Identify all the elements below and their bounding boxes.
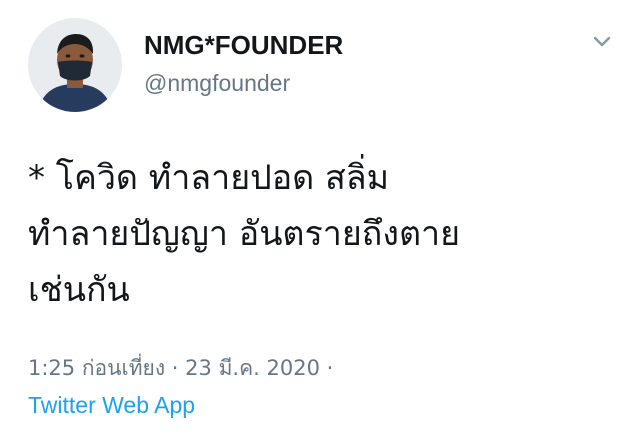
tweet-timestamp: 1:25 ก่อนเที่ยง · 23 มี.ค. 2020 · [28,352,333,385]
tweet-date[interactable]: 23 มี.ค. 2020 [185,356,320,380]
tweet-text-line: ทำลายปัญญา อันตรายถึงตาย [28,214,461,254]
tweet-text: * โควิด ทำลายปอด สลิ่ม ทำลายปัญญา อันตรา… [28,150,618,318]
tweet-text-line: * โควิด ทำลายปอด สลิ่ม [28,158,390,198]
avatar[interactable] [28,18,122,112]
user-handle[interactable]: @nmgfounder [144,70,290,97]
tweet-source-link[interactable]: Twitter Web App [28,392,195,419]
tweet-time[interactable]: 1:25 ก่อนเที่ยง [28,356,165,380]
tweet-card: NMG*FOUNDER @nmgfounder * โควิด ทำลายปอด… [0,0,640,448]
meta-separator: · [326,356,334,380]
meta-separator: · [171,356,179,380]
chevron-down-icon[interactable] [590,30,614,54]
profile-photo-icon [28,18,122,112]
display-name[interactable]: NMG*FOUNDER [144,30,343,61]
tweet-text-line: เช่นกัน [28,270,130,310]
